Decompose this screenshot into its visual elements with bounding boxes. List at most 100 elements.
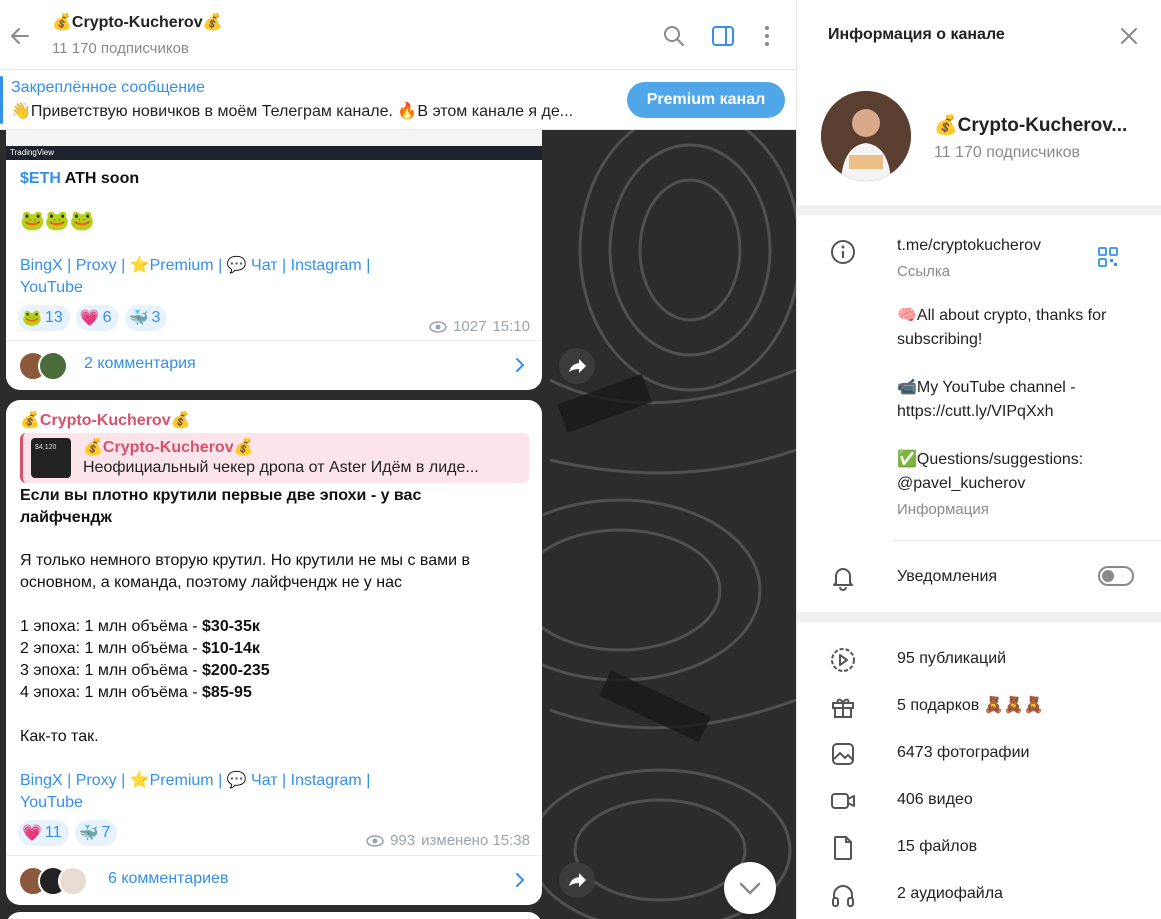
epoch-row-3: 3 эпоха: 1 млн объёма - $200-235 xyxy=(20,660,270,682)
message-bubble-1: TradingView $ETH ATH soon 🐸🐸🐸 BingX | Pr… xyxy=(6,130,542,390)
post1-comments-row[interactable]: 2 комментария xyxy=(6,340,542,390)
eth-ticker-link[interactable]: $ETH xyxy=(20,170,61,187)
post1-links-line1[interactable]: BingX | Proxy | ⭐Premium | 💬 Чат | Insta… xyxy=(20,255,370,277)
quote-thumbnail: $4,120 xyxy=(31,438,71,478)
channel-link-label: Ссылка xyxy=(897,263,951,280)
message-bubble-3 xyxy=(6,912,542,919)
post2-line3: Я только немного вторую крутил. Но крути… xyxy=(20,552,471,569)
post2-line4: основном, а команда, поэтому лайфчендж н… xyxy=(20,574,402,591)
pinned-title: Закреплённое сообщение xyxy=(11,79,205,96)
toggle-knob xyxy=(1102,570,1114,582)
reaction-count: 7 xyxy=(101,824,111,841)
reaction-count: 11 xyxy=(44,824,62,841)
epoch-label: 3 эпоха: 1 млн объёма - xyxy=(20,662,203,679)
post2-comments-row[interactable]: 6 комментариев xyxy=(6,855,542,905)
premium-channel-button[interactable]: Premium канал xyxy=(627,82,785,118)
chevron-right-icon xyxy=(516,873,525,887)
channel-info-pane: Информация о канале 💰Crypto-Kucherov... … xyxy=(796,0,1161,919)
tradingview-logo: TradingView xyxy=(10,148,55,157)
post2-links-line2[interactable]: YouTube xyxy=(20,792,83,814)
epoch-value: $10-14к xyxy=(202,640,260,657)
chat-title[interactable]: 💰Crypto-Kucherov💰 xyxy=(52,12,223,32)
info-title: Информация о канале xyxy=(828,26,1005,43)
gift-icon xyxy=(832,698,854,718)
forwarded-quote[interactable]: $4,120 💰Crypto-Kucherov💰 Неофициальный ч… xyxy=(20,433,529,483)
channel-avatar[interactable] xyxy=(821,91,911,181)
post2-closing: Как-то так. xyxy=(20,728,99,745)
epoch-value: $30-35к xyxy=(202,618,260,635)
stat-photos[interactable]: 6473 фотографии xyxy=(897,741,1029,765)
info-icon xyxy=(831,240,855,264)
stat-files[interactable]: 15 файлов xyxy=(897,835,977,859)
publications-icon xyxy=(831,648,855,672)
epoch-label: 4 эпоха: 1 млн объёма - xyxy=(20,684,203,701)
reaction-whale[interactable]: 🐳 7 xyxy=(74,820,118,846)
chart-image-footer xyxy=(6,146,542,160)
post1-reactions: 🐸 13 💗 6 🐳 3 xyxy=(18,305,168,331)
about-line-2: subscribing! xyxy=(897,331,983,348)
about-contact-link[interactable]: @pavel_kucherov xyxy=(897,472,1025,496)
reaction-frog[interactable]: 🐸 13 xyxy=(18,305,70,331)
about-youtube-link[interactable]: https://cutt.ly/VIPqXxh xyxy=(897,400,1054,424)
forward-icon[interactable] xyxy=(559,348,595,384)
forward-icon[interactable] xyxy=(559,862,595,898)
search-icon[interactable] xyxy=(662,24,686,48)
post2-links-line1[interactable]: BingX | Proxy | ⭐Premium | 💬 Чат | Insta… xyxy=(20,770,370,792)
post2-reactions: 💗 11 🐳 7 xyxy=(18,820,118,846)
divider xyxy=(893,540,1161,541)
about-label: Информация xyxy=(897,501,989,518)
section-separator xyxy=(797,205,1161,215)
quote-author: 💰Crypto-Kucherov💰 xyxy=(83,439,254,456)
post2-time: изменено 15:38 xyxy=(421,832,530,849)
epoch-row-2: 2 эпоха: 1 млн объёма - $10-14к xyxy=(20,638,260,660)
bell-icon xyxy=(833,568,853,591)
quote-text: Неофициальный чекер дропа от Aster Идём … xyxy=(83,459,479,476)
post2-meta: 993 изменено 15:38 xyxy=(366,832,530,849)
stat-gifts[interactable]: 5 подарков 🧸🧸🧸 xyxy=(897,694,1043,718)
stat-videos[interactable]: 406 видео xyxy=(897,788,973,812)
reaction-emoji: 💗 xyxy=(22,825,42,842)
channel-link[interactable]: t.me/cryptokucherov xyxy=(897,234,1041,258)
chat-header: 💰Crypto-Kucherov💰 11 170 подписчиков xyxy=(0,0,796,70)
epoch-row-1: 1 эпоха: 1 млн объёма - $30-35к xyxy=(20,616,260,638)
views-eye-icon xyxy=(429,320,447,333)
back-arrow-icon[interactable] xyxy=(8,24,32,48)
post1-meta: 1027 15:10 xyxy=(429,318,530,335)
post2-author[interactable]: 💰Crypto-Kucherov💰 xyxy=(20,410,191,430)
avatar xyxy=(58,866,88,896)
chevron-right-icon xyxy=(516,358,525,372)
stat-audio[interactable]: 2 аудиофайла xyxy=(897,882,1003,906)
about-line-5: ✅Questions/suggestions: xyxy=(897,451,1084,468)
audio-icon xyxy=(832,885,854,907)
channel-name: 💰Crypto-Kucherov... xyxy=(934,115,1128,136)
post1-views: 1027 xyxy=(453,318,487,335)
reaction-count: 6 xyxy=(102,309,112,326)
post1-links-line2[interactable]: YouTube xyxy=(20,277,83,299)
about-line-3: 📹My YouTube channel - xyxy=(897,379,1076,396)
reaction-emoji: 🐳 xyxy=(128,310,149,327)
reaction-emoji: 🐸 xyxy=(22,310,42,327)
qr-code-icon[interactable] xyxy=(1097,246,1119,268)
file-icon xyxy=(834,836,852,860)
reaction-heart[interactable]: 💗 6 xyxy=(75,305,119,331)
avatar xyxy=(38,351,68,381)
more-menu-icon[interactable] xyxy=(755,24,779,48)
reaction-whale[interactable]: 🐳 3 xyxy=(124,305,168,331)
post2-line1: Если вы плотно крутили первые две эпохи … xyxy=(20,487,422,504)
scroll-down-button[interactable] xyxy=(724,862,776,914)
stat-publications[interactable]: 95 публикаций xyxy=(897,647,1006,671)
comment-avatars xyxy=(18,866,88,896)
close-icon[interactable] xyxy=(1119,26,1139,46)
epoch-row-4: 4 эпоха: 1 млн объёма - $85-95 xyxy=(20,682,252,704)
epoch-label: 1 эпоха: 1 млн объёма - xyxy=(20,618,203,635)
epoch-value: $85-95 xyxy=(202,684,252,701)
sidebar-toggle-icon[interactable] xyxy=(711,24,735,48)
quote-thumb-text: $4,120 xyxy=(35,444,57,451)
chevron-down-icon xyxy=(739,882,761,895)
notifications-label: Уведомления xyxy=(897,568,998,585)
notifications-toggle[interactable] xyxy=(1098,566,1134,586)
photo-icon xyxy=(832,743,854,765)
channel-subscribers: 11 170 подписчиков xyxy=(934,144,1081,161)
reaction-emoji: 🐳 xyxy=(78,825,99,842)
reaction-heart[interactable]: 💗 11 xyxy=(18,820,69,846)
